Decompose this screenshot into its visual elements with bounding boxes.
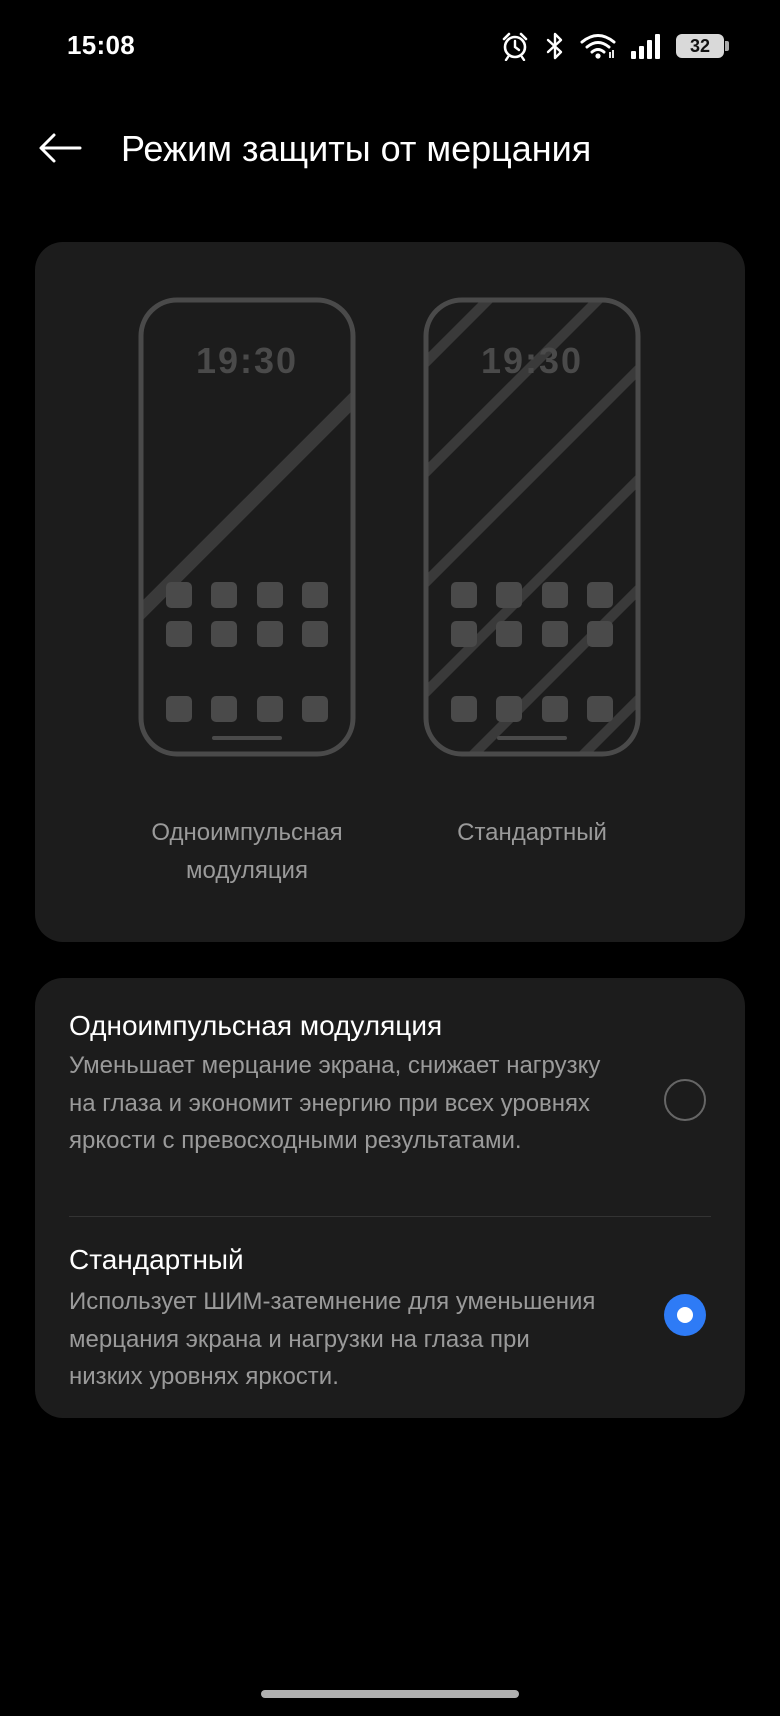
gesture-navigation-bar[interactable] bbox=[261, 1690, 519, 1698]
radio-single-pulse[interactable] bbox=[664, 1079, 706, 1121]
phone-clock: 19:30 bbox=[196, 340, 298, 381]
option-title-single-pulse: Одноимпульсная модуляция bbox=[69, 1010, 443, 1041]
alarm-icon bbox=[500, 31, 530, 61]
radio-selected-dot bbox=[677, 1307, 693, 1323]
back-button[interactable] bbox=[30, 120, 90, 180]
option-description-single-pulse: Уменьшает мерцание экрана, снижает нагру… bbox=[69, 1052, 601, 1154]
wifi-icon bbox=[580, 32, 616, 60]
divider bbox=[69, 1216, 711, 1217]
preview-label-standard: Стандартный bbox=[457, 819, 607, 846]
preview-phone-single-pulse: 19:30 bbox=[137, 296, 357, 758]
preview-label-single-pulse: Одноимпульсная модуляция bbox=[151, 819, 343, 884]
status-time: 15:08 bbox=[67, 30, 135, 60]
status-bar: 15:08 32 bbox=[0, 0, 780, 96]
option-description-standard: Использует ШИМ-затемнение для уменьшения… bbox=[69, 1288, 596, 1390]
preview-phone-standard: 19:30 bbox=[422, 296, 642, 758]
page-title: Режим защиты от мерцания bbox=[121, 128, 592, 169]
option-title-standard: Стандартный bbox=[69, 1244, 244, 1275]
phone-clock: 19:30 bbox=[481, 340, 583, 381]
signal-icon bbox=[630, 32, 662, 60]
battery-icon: 32 bbox=[676, 34, 729, 58]
radio-standard[interactable] bbox=[664, 1294, 706, 1336]
bluetooth-icon bbox=[544, 31, 566, 61]
arrow-left-icon bbox=[38, 132, 82, 169]
status-icons: 32 bbox=[500, 28, 729, 64]
options-card: Одноимпульсная модуляция Уменьшает мерца… bbox=[35, 978, 745, 1418]
preview-card: 19:30 19:30 Одноимпульсная модуляция Ста… bbox=[35, 242, 745, 942]
header: Режим защиты от мерцания bbox=[0, 110, 780, 190]
battery-level: 32 bbox=[689, 35, 711, 56]
